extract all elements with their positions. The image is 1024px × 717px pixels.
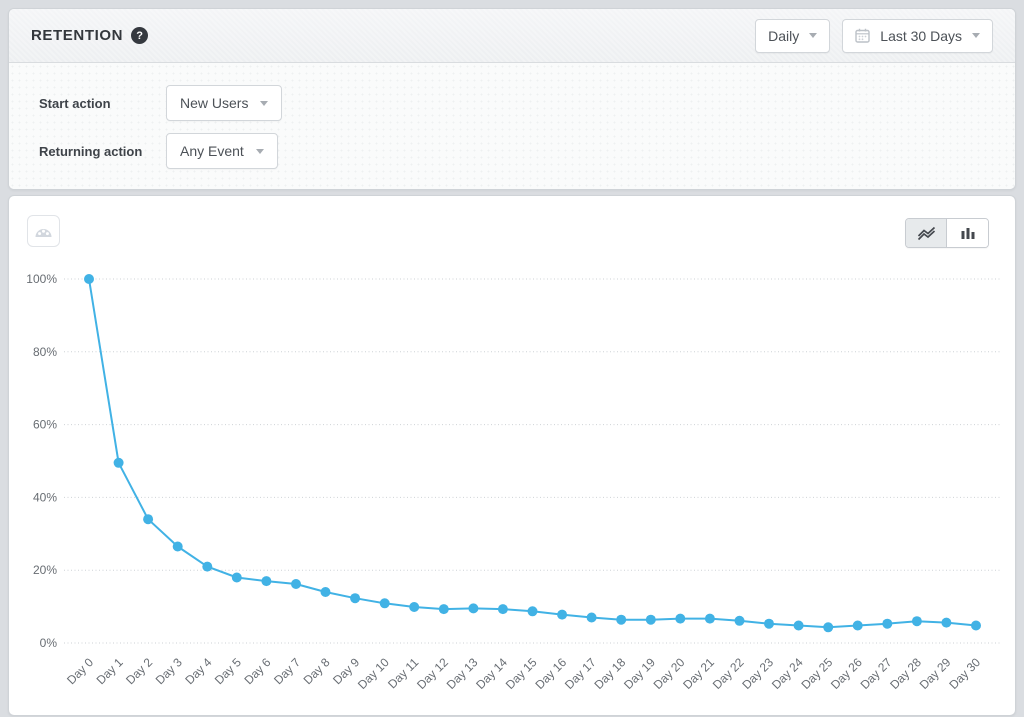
svg-text:Day 18: Day 18 (592, 655, 629, 692)
svg-text:100%: 100% (26, 272, 57, 286)
retention-page: RETENTION ? Daily La (0, 0, 1024, 717)
interval-dropdown-label: Daily (768, 28, 799, 44)
returning-action-label: Returning action (39, 144, 166, 159)
svg-text:Day 29: Day 29 (917, 655, 954, 692)
filters-panel: Start action New Users Returning action … (9, 63, 1015, 189)
svg-text:Day 8: Day 8 (301, 655, 333, 687)
chevron-down-icon (260, 101, 268, 106)
start-action-dropdown[interactable]: New Users (166, 85, 282, 121)
svg-text:Day 1: Day 1 (94, 655, 126, 687)
svg-text:Day 24: Day 24 (769, 655, 806, 692)
returning-action-value: Any Event (180, 143, 244, 159)
svg-text:Day 11: Day 11 (385, 655, 421, 691)
svg-text:Day 23: Day 23 (739, 655, 776, 692)
start-action-row: Start action New Users (39, 85, 985, 121)
start-action-value: New Users (180, 95, 248, 111)
svg-text:Day 27: Day 27 (858, 655, 895, 692)
retention-line-chart[interactable]: 0%20%40%60%80%100%Day 0Day 1Day 2Day 3Da… (9, 196, 1016, 716)
returning-action-row: Returning action Any Event (39, 133, 985, 169)
chevron-down-icon (256, 149, 264, 154)
svg-text:Day 0: Day 0 (64, 655, 96, 687)
svg-text:40%: 40% (33, 490, 57, 504)
svg-text:60%: 60% (33, 418, 57, 432)
date-range-dropdown-label: Last 30 Days (880, 28, 962, 44)
report-header: RETENTION ? Daily La (9, 9, 1015, 63)
svg-text:Day 14: Day 14 (473, 655, 510, 692)
title-wrap: RETENTION ? (31, 27, 148, 44)
svg-text:Day 4: Day 4 (182, 655, 214, 687)
chevron-down-icon (809, 33, 817, 38)
report-header-card: RETENTION ? Daily La (8, 8, 1016, 190)
svg-text:0%: 0% (40, 636, 58, 650)
calendar-icon (855, 28, 870, 43)
chevron-down-icon (972, 33, 980, 38)
returning-action-dropdown[interactable]: Any Event (166, 133, 278, 169)
svg-text:Day 22: Day 22 (710, 655, 747, 692)
svg-text:Day 12: Day 12 (414, 655, 451, 692)
svg-text:Day 6: Day 6 (241, 655, 273, 687)
help-icon[interactable]: ? (131, 27, 148, 44)
chart-card: 0%20%40%60%80%100%Day 0Day 1Day 2Day 3Da… (8, 195, 1016, 716)
svg-text:Day 5: Day 5 (212, 655, 244, 687)
svg-text:Day 15: Day 15 (503, 655, 540, 692)
svg-text:Day 7: Day 7 (271, 655, 303, 687)
svg-text:Day 30: Day 30 (946, 655, 983, 692)
date-range-dropdown[interactable]: Last 30 Days (842, 19, 993, 53)
start-action-label: Start action (39, 96, 166, 111)
page-title: RETENTION (31, 27, 123, 44)
svg-text:Day 13: Day 13 (444, 655, 481, 692)
svg-text:80%: 80% (33, 345, 57, 359)
svg-text:Day 10: Day 10 (355, 655, 392, 692)
interval-dropdown[interactable]: Daily (755, 19, 830, 53)
svg-text:Day 26: Day 26 (828, 655, 865, 692)
svg-text:Day 16: Day 16 (532, 655, 569, 692)
svg-text:Day 21: Day 21 (680, 655, 717, 692)
svg-text:Day 20: Day 20 (651, 655, 688, 692)
svg-text:Day 25: Day 25 (799, 655, 836, 692)
svg-text:Day 19: Day 19 (621, 655, 658, 692)
svg-text:Day 2: Day 2 (123, 655, 155, 687)
svg-text:Day 28: Day 28 (887, 655, 924, 692)
svg-text:20%: 20% (33, 563, 57, 577)
header-controls: Daily Last 30 Days (755, 19, 993, 53)
svg-text:Day 17: Day 17 (562, 655, 599, 692)
svg-text:Day 3: Day 3 (153, 655, 185, 687)
